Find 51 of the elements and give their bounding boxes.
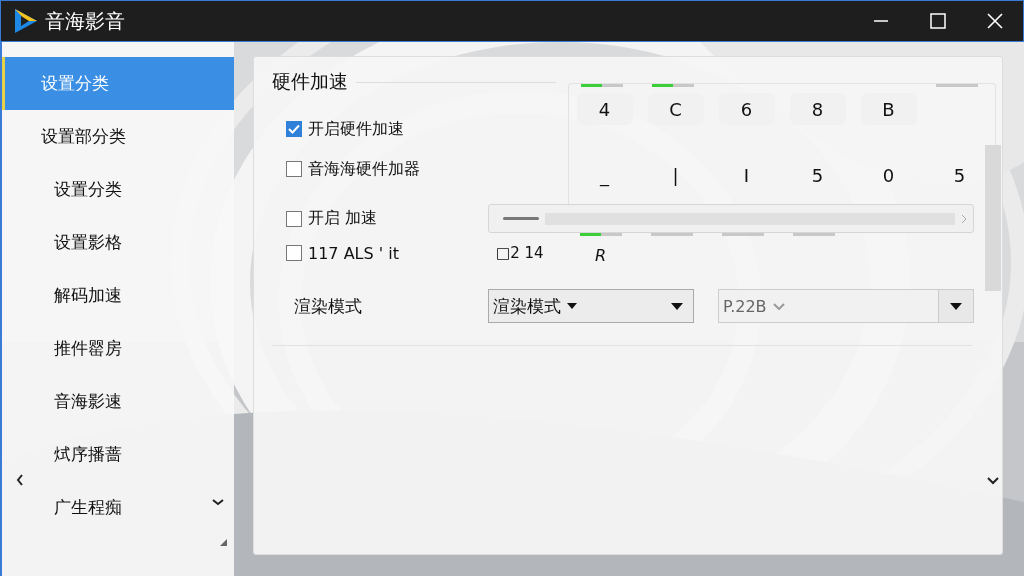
close-icon xyxy=(986,13,1003,29)
grid-value: 8 xyxy=(789,93,846,125)
checkbox-option[interactable]: 117 ALS ' it xyxy=(286,241,488,265)
sidebar-item[interactable]: 广生程痴 xyxy=(2,481,234,534)
resize-grip-icon xyxy=(219,538,229,547)
chevron-left-icon xyxy=(16,474,24,486)
check-icon xyxy=(288,124,300,134)
minimize-icon xyxy=(872,20,889,22)
level-meter xyxy=(652,84,694,87)
grid-value: C xyxy=(647,93,704,125)
grid-value: R xyxy=(595,246,607,265)
caret-down-icon xyxy=(567,303,577,309)
caret-down-icon xyxy=(950,302,962,310)
sidebar-item[interactable]: 设置部分类 xyxy=(2,110,234,163)
window-title: 音海影音 xyxy=(45,7,125,35)
slider-track[interactable] xyxy=(488,204,974,233)
checkbox-option[interactable]: 开启硬件加速 xyxy=(286,117,568,141)
maximize-icon xyxy=(929,13,946,29)
grid-value: 4 xyxy=(576,93,633,125)
dropdown[interactable]: P.22B xyxy=(718,289,974,323)
logo-icon xyxy=(13,7,39,35)
grid-value: | xyxy=(671,163,680,188)
section-title: 硬件加速 xyxy=(272,69,348,94)
grid-value: 6 xyxy=(718,93,775,125)
sidebar-item[interactable]: 解码加速 xyxy=(2,269,234,322)
slider-thumb[interactable] xyxy=(503,217,539,220)
sidebar-item[interactable]: 烒序播蔷 xyxy=(2,428,234,481)
sidebar-item[interactable]: 音海影速 xyxy=(2,375,234,428)
level-meter xyxy=(580,233,622,236)
chevron-down-icon xyxy=(212,498,224,506)
dropdown-button[interactable] xyxy=(938,290,973,322)
value-label: □2 14 xyxy=(495,243,545,262)
caret-down-icon xyxy=(671,302,683,310)
checkbox-option[interactable]: 音海海硬件加器 xyxy=(286,157,568,181)
level-meter xyxy=(581,84,623,87)
grid-value: I xyxy=(742,163,751,188)
chevron-right-icon xyxy=(961,213,967,224)
chevron-down-icon xyxy=(772,302,785,310)
chevron-down-icon xyxy=(987,477,999,485)
grid-value: 5 xyxy=(810,163,825,188)
sidebar-item[interactable]: 推件罂房 xyxy=(2,322,234,375)
sidebar-item[interactable]: 设置影格 xyxy=(2,216,234,269)
grid-value: _ xyxy=(598,163,611,189)
grid-value: 0 xyxy=(881,163,896,188)
sidebar-item[interactable]: 设置分类 xyxy=(2,163,234,216)
grid-value: 5 xyxy=(952,163,967,188)
scrollbar[interactable] xyxy=(985,145,1001,291)
grid-value: B xyxy=(860,93,917,125)
checkbox-option[interactable]: 开启 加速 xyxy=(286,206,488,231)
dropdown[interactable]: 渲染模式 xyxy=(488,289,694,323)
field-label: 渲染模式 xyxy=(293,295,362,316)
